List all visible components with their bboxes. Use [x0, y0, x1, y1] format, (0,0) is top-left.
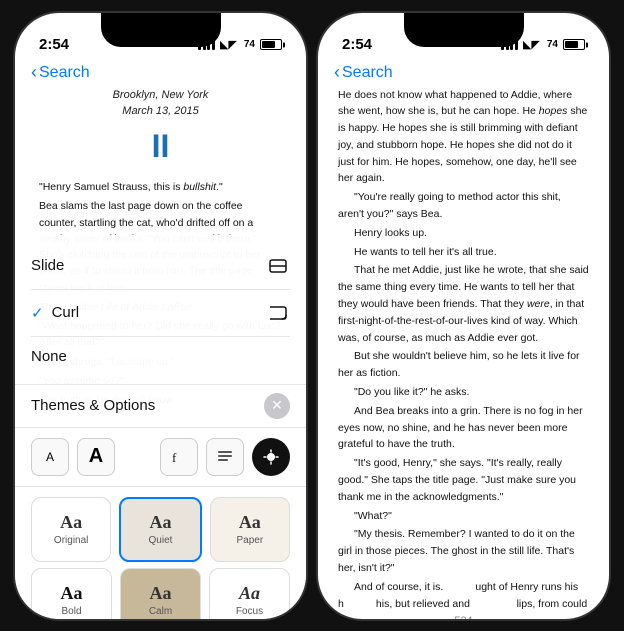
theme-quiet-aa: Aa: [149, 512, 171, 533]
book-location: Brooklyn, New YorkMarch 13, 2015: [39, 87, 282, 120]
back-chevron-icon: ‹: [31, 62, 37, 83]
themes-title: Themes & Options: [31, 397, 155, 414]
right-battery-icon: [563, 39, 585, 50]
theme-original-label: Original: [54, 535, 88, 546]
curl-check-icon: ✓: [31, 304, 44, 322]
theme-calm[interactable]: Aa Calm: [120, 568, 201, 619]
right-reading-area: He does not know what happened to Addie,…: [318, 87, 609, 619]
theme-focus-aa: Aa: [239, 583, 260, 604]
curl-label: ✓ Curl: [31, 304, 79, 322]
font-large-button[interactable]: A: [77, 438, 115, 476]
rp-3: Henry looks up.: [338, 225, 589, 242]
small-a-label: A: [46, 450, 54, 464]
right-back-label: Search: [342, 64, 393, 82]
slide-option-slide[interactable]: Slide: [31, 243, 290, 290]
rp-2: "You're really going to method actor thi…: [338, 189, 589, 223]
reading-text: He does not know what happened to Addie,…: [318, 87, 609, 619]
left-time: 2:54: [39, 36, 69, 53]
font-style-button[interactable]: f: [160, 438, 198, 476]
rp-5: That he met Addie, just like he wrote, t…: [338, 262, 589, 346]
slide-panel: Slide ✓: [15, 235, 306, 619]
slide-options-list: Slide ✓: [15, 235, 306, 384]
theme-bold-aa: Aa: [61, 583, 83, 604]
svg-text:f: f: [172, 450, 177, 465]
rp-7: "Do you like it?" he asks.: [338, 384, 589, 401]
themes-header: Themes & Options ✕: [15, 384, 306, 428]
slide-slide-icon: [266, 254, 290, 278]
theme-original-aa: Aa: [60, 512, 82, 533]
theme-cards-row1: Aa Original Aa Quiet Aa Paper: [15, 487, 306, 572]
theme-paper-aa: Aa: [239, 512, 261, 533]
right-notch: [404, 13, 524, 47]
battery-text: 74: [244, 39, 255, 50]
theme-paper[interactable]: Aa Paper: [210, 497, 290, 562]
rp-6: But she wouldn't believe him, so he lets…: [338, 348, 589, 382]
left-phone: 2:54 ◣◤ 74 ‹: [13, 11, 308, 621]
book-chapter: II: [39, 122, 282, 172]
theme-original[interactable]: Aa Original: [31, 497, 111, 562]
notch: [101, 13, 221, 47]
theme-cards-row2: Aa Bold Aa Calm Aa Focus: [15, 568, 306, 619]
slide-option-curl[interactable]: ✓ Curl: [31, 290, 290, 337]
close-button[interactable]: ✕: [264, 393, 290, 419]
theme-quiet-label: Quiet: [149, 535, 173, 546]
para-1: "Henry Samuel Strauss, this is bullshit.…: [39, 179, 282, 195]
theme-paper-label: Paper: [236, 535, 263, 546]
wifi-icon: ◣◤: [220, 38, 237, 51]
left-nav: ‹ Search: [15, 63, 306, 87]
rp-11: "My thesis. Remember? I wanted to do it …: [338, 526, 589, 576]
device-container: 2:54 ◣◤ 74 ‹: [0, 0, 624, 631]
layout-button[interactable]: [206, 438, 244, 476]
none-label: None: [31, 348, 67, 365]
slide-option-none[interactable]: None: [31, 337, 290, 376]
font-small-button[interactable]: A: [31, 438, 69, 476]
back-button[interactable]: ‹ Search: [31, 63, 90, 83]
right-back-chevron-icon: ‹: [334, 62, 340, 83]
rp-1: He does not know what happened to Addie,…: [338, 87, 589, 188]
right-phone: 2:54 ◣◤ 74 ‹: [316, 11, 611, 621]
curl-slide-icon: [266, 301, 290, 325]
font-controls: A A f: [15, 428, 306, 487]
right-back-button[interactable]: ‹ Search: [334, 63, 393, 83]
rp-8: And Bea breaks into a grin. There is no …: [338, 403, 589, 453]
battery-icon: [260, 39, 282, 50]
right-nav: ‹ Search: [318, 63, 609, 87]
rp-9: "It's good, Henry," she says. "It's real…: [338, 455, 589, 505]
back-label: Search: [39, 64, 90, 82]
book-header: Brooklyn, New YorkMarch 13, 2015 II: [39, 87, 282, 172]
theme-calm-label: Calm: [149, 606, 172, 617]
rp-12: And of course, it is. ught of Henry runs…: [338, 579, 589, 619]
brightness-button[interactable]: [252, 438, 290, 476]
rp-10: "What?": [338, 508, 589, 525]
left-book-area: Brooklyn, New YorkMarch 13, 2015 II "Hen…: [15, 87, 306, 619]
theme-bold-label: Bold: [61, 606, 81, 617]
large-a-label: A: [89, 445, 103, 468]
theme-focus-label: Focus: [236, 606, 263, 617]
right-time: 2:54: [342, 36, 372, 53]
theme-calm-aa: Aa: [150, 583, 172, 604]
slide-label: Slide: [31, 257, 64, 274]
theme-focus[interactable]: Aa Focus: [209, 568, 290, 619]
slide-options: Slide ✓: [31, 243, 290, 376]
right-battery-text: 74: [547, 39, 558, 50]
rp-4: He wants to tell her it's all true.: [338, 244, 589, 261]
theme-quiet[interactable]: Aa Quiet: [119, 497, 201, 562]
theme-bold[interactable]: Aa Bold: [31, 568, 112, 619]
page-number: 524: [454, 615, 472, 619]
right-wifi-icon: ◣◤: [523, 38, 540, 51]
